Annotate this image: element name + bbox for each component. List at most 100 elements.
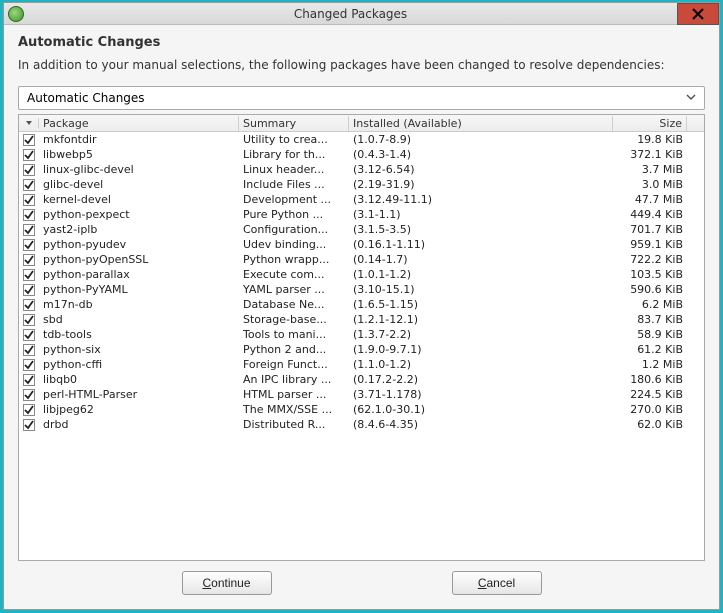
install-check-icon[interactable] [19,149,39,161]
cell-summary: Utility to crea... [239,133,349,146]
table-row[interactable]: python-pyOpenSSLPython wrapp...(0.14-1.7… [19,252,704,267]
cell-installed: (0.16.1-1.11) [349,238,613,251]
table-row[interactable]: libjpeg62The MMX/SSE ...(62.1.0-30.1)270… [19,402,704,417]
table-row[interactable]: python-pexpectPure Python ...(3.1-1.1)44… [19,207,704,222]
cell-size: 1.2 MiB [613,358,687,371]
header-sort-icon[interactable] [19,118,39,128]
cancel-button[interactable]: Cancel [452,571,542,595]
continue-button[interactable]: Continue [182,571,272,595]
cell-installed: (3.10-15.1) [349,283,613,296]
table-row[interactable]: kernel-develDevelopment ...(3.12.49-11.1… [19,192,704,207]
install-check-icon[interactable] [19,374,39,386]
cell-package: kernel-devel [39,193,239,206]
cell-package: python-pexpect [39,208,239,221]
table-row[interactable]: yast2-iplbConfiguration...(3.1.5-3.5)701… [19,222,704,237]
cell-installed: (3.71-1.178) [349,388,613,401]
cell-size: 83.7 KiB [613,313,687,326]
cell-package: libjpeg62 [39,403,239,416]
table-row[interactable]: python-pyudevUdev binding...(0.16.1-1.11… [19,237,704,252]
cell-installed: (1.2.1-12.1) [349,313,613,326]
cell-package: python-six [39,343,239,356]
section-description: In addition to your manual selections, t… [18,58,705,72]
cell-size: 19.8 KiB [613,133,687,146]
cell-summary: Execute com... [239,268,349,281]
install-check-icon[interactable] [19,389,39,401]
cell-size: 959.1 KiB [613,238,687,251]
table-row[interactable]: m17n-dbDatabase Ne...(1.6.5-1.15)6.2 MiB [19,297,704,312]
table-row[interactable]: libqb0An IPC library ...(0.17.2-2.2)180.… [19,372,704,387]
install-check-icon[interactable] [19,194,39,206]
cell-size: 3.0 MiB [613,178,687,191]
cell-summary: Configuration... [239,223,349,236]
table-row[interactable]: linux-glibc-develLinux header...(3.12-6.… [19,162,704,177]
category-dropdown[interactable]: Automatic Changes [18,86,705,110]
cell-summary: Database Ne... [239,298,349,311]
cell-package: m17n-db [39,298,239,311]
table-row[interactable]: drbdDistributed R...(8.4.6-4.35)62.0 KiB [19,417,704,432]
table-row[interactable]: glibc-develInclude Files ...(2.19-31.9)3… [19,177,704,192]
install-check-icon[interactable] [19,359,39,371]
cell-summary: YAML parser ... [239,283,349,296]
cell-installed: (1.0.7-8.9) [349,133,613,146]
cell-installed: (1.6.5-1.15) [349,298,613,311]
titlebar: Changed Packages [4,3,719,25]
cell-summary: Udev binding... [239,238,349,251]
install-check-icon[interactable] [19,314,39,326]
table-row[interactable]: mkfontdirUtility to crea...(1.0.7-8.9)19… [19,132,704,147]
cell-summary: Linux header... [239,163,349,176]
cell-size: 722.2 KiB [613,253,687,266]
install-check-icon[interactable] [19,284,39,296]
cell-summary: Pure Python ... [239,208,349,221]
cell-installed: (0.14-1.7) [349,253,613,266]
header-summary[interactable]: Summary [239,116,349,131]
install-check-icon[interactable] [19,419,39,431]
install-check-icon[interactable] [19,269,39,281]
install-check-icon[interactable] [19,344,39,356]
cell-installed: (8.4.6-4.35) [349,418,613,431]
cell-size: 58.9 KiB [613,328,687,341]
close-button[interactable] [677,3,719,25]
install-check-icon[interactable] [19,404,39,416]
cell-size: 103.5 KiB [613,268,687,281]
table-row[interactable]: libwebp5Library for th...(0.4.3-1.4)372.… [19,147,704,162]
table-row[interactable]: python-cffiForeign Funct...(1.1.0-1.2)1.… [19,357,704,372]
chevron-down-icon [686,91,696,105]
cell-size: 372.1 KiB [613,148,687,161]
install-check-icon[interactable] [19,209,39,221]
cell-size: 270.0 KiB [613,403,687,416]
install-check-icon[interactable] [19,239,39,251]
cell-installed: (3.12-6.54) [349,163,613,176]
table-row[interactable]: tdb-toolsTools to mani...(1.3.7-2.2)58.9… [19,327,704,342]
cell-summary: Storage-base... [239,313,349,326]
install-check-icon[interactable] [19,179,39,191]
install-check-icon[interactable] [19,299,39,311]
content-area: Automatic Changes In addition to your ma… [4,25,719,609]
cell-package: perl-HTML-Parser [39,388,239,401]
table-row[interactable]: perl-HTML-ParserHTML parser ...(3.71-1.1… [19,387,704,402]
package-table[interactable]: Package Summary Installed (Available) Si… [18,114,705,561]
app-icon [8,6,24,22]
cell-package: drbd [39,418,239,431]
cell-package: yast2-iplb [39,223,239,236]
cell-summary: Development ... [239,193,349,206]
cell-size: 3.7 MiB [613,163,687,176]
header-installed[interactable]: Installed (Available) [349,116,613,131]
header-size[interactable]: Size [613,116,687,131]
install-check-icon[interactable] [19,134,39,146]
install-check-icon[interactable] [19,224,39,236]
install-check-icon[interactable] [19,164,39,176]
dialog-window: Changed Packages Automatic Changes In ad… [3,2,720,610]
cell-size: 449.4 KiB [613,208,687,221]
cell-summary: Include Files ... [239,178,349,191]
table-row[interactable]: sbdStorage-base...(1.2.1-12.1)83.7 KiB [19,312,704,327]
table-row[interactable]: python-parallaxExecute com...(1.0.1-1.2)… [19,267,704,282]
cell-package: sbd [39,313,239,326]
install-check-icon[interactable] [19,254,39,266]
cell-size: 224.5 KiB [613,388,687,401]
install-check-icon[interactable] [19,329,39,341]
cell-summary: HTML parser ... [239,388,349,401]
cell-size: 62.0 KiB [613,418,687,431]
table-row[interactable]: python-sixPython 2 and...(1.9.0-9.7.1)61… [19,342,704,357]
header-package[interactable]: Package [39,116,239,131]
table-row[interactable]: python-PyYAMLYAML parser ...(3.10-15.1)5… [19,282,704,297]
